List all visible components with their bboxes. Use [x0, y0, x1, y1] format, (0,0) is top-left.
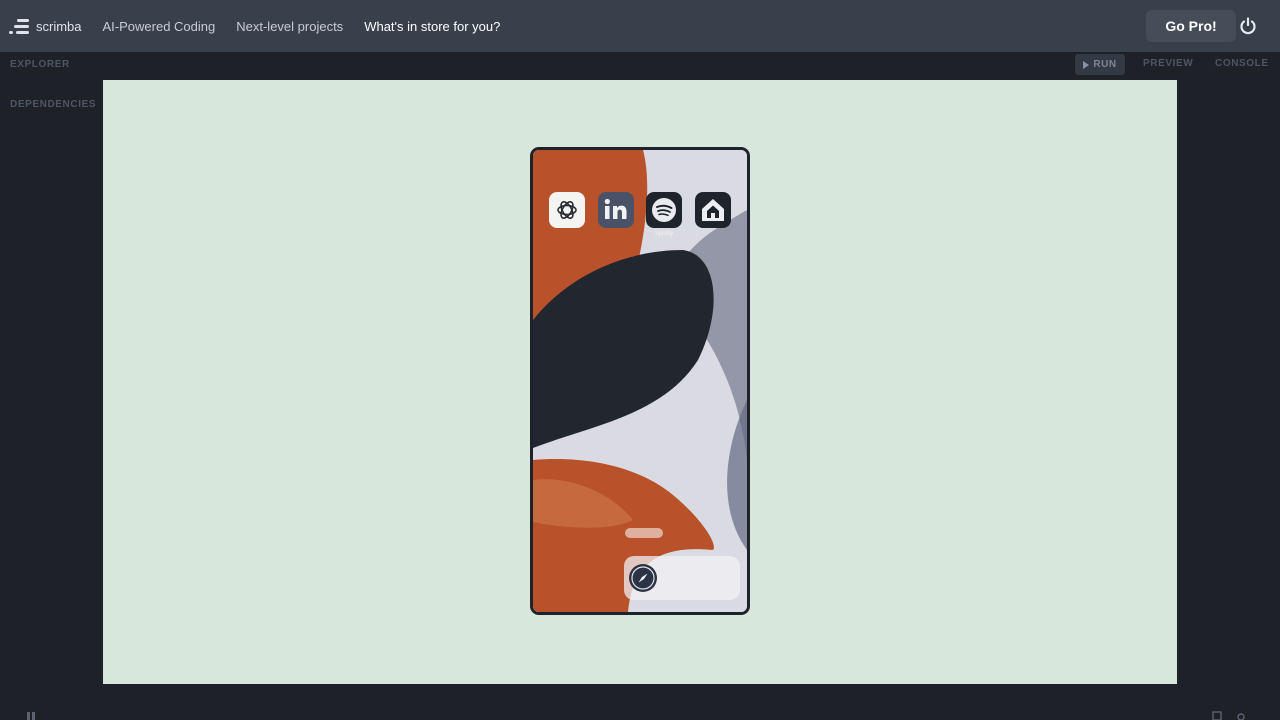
layout-toggle-icon[interactable]	[26, 710, 36, 720]
console-tab[interactable]: CONSOLE	[1215, 58, 1269, 69]
preview-tab[interactable]: PREVIEW	[1143, 58, 1193, 69]
phone-mockup: Spotify	[530, 147, 750, 615]
app-linkedin[interactable]	[598, 192, 634, 228]
window-icon[interactable]	[1212, 710, 1222, 720]
go-pro-button[interactable]: Go Pro!	[1146, 10, 1236, 42]
app-label-spotify: Spotify	[654, 231, 674, 237]
top-navigation-bar: scrimba AI-Powered Coding Next-level pro…	[0, 0, 1280, 52]
app-spotify[interactable]	[646, 192, 682, 228]
run-button[interactable]: RUN	[1075, 54, 1125, 75]
scrimba-logo-icon	[9, 19, 29, 34]
openai-icon	[557, 201, 577, 219]
app-home[interactable]	[695, 192, 731, 228]
linkedin-icon	[604, 198, 627, 219]
power-icon[interactable]	[1238, 16, 1258, 36]
gear-icon[interactable]	[1236, 710, 1246, 720]
home-icon	[702, 199, 724, 221]
app-chatgpt[interactable]	[549, 192, 585, 228]
brand-name: scrimba	[36, 18, 82, 34]
scrimba-logo[interactable]: scrimba	[8, 17, 82, 35]
play-icon	[1083, 60, 1090, 69]
run-label: RUN	[1093, 59, 1117, 70]
nav-next-level-projects[interactable]: Next-level projects	[236, 19, 343, 34]
bottom-status-bar	[0, 700, 1280, 720]
dependencies-tab[interactable]: DEPENDENCIES	[10, 99, 96, 110]
left-sidebar: EXPLORER DEPENDENCIES	[0, 52, 102, 720]
safari-icon[interactable]	[629, 564, 657, 592]
spotify-icon	[652, 198, 676, 222]
preview-pane: Spotify	[103, 80, 1177, 684]
explorer-tab[interactable]: EXPLORER	[10, 59, 70, 70]
nav-whats-in-store[interactable]: What's in store for you?	[364, 19, 500, 34]
nav-ai-powered-coding[interactable]: AI-Powered Coding	[103, 19, 216, 34]
